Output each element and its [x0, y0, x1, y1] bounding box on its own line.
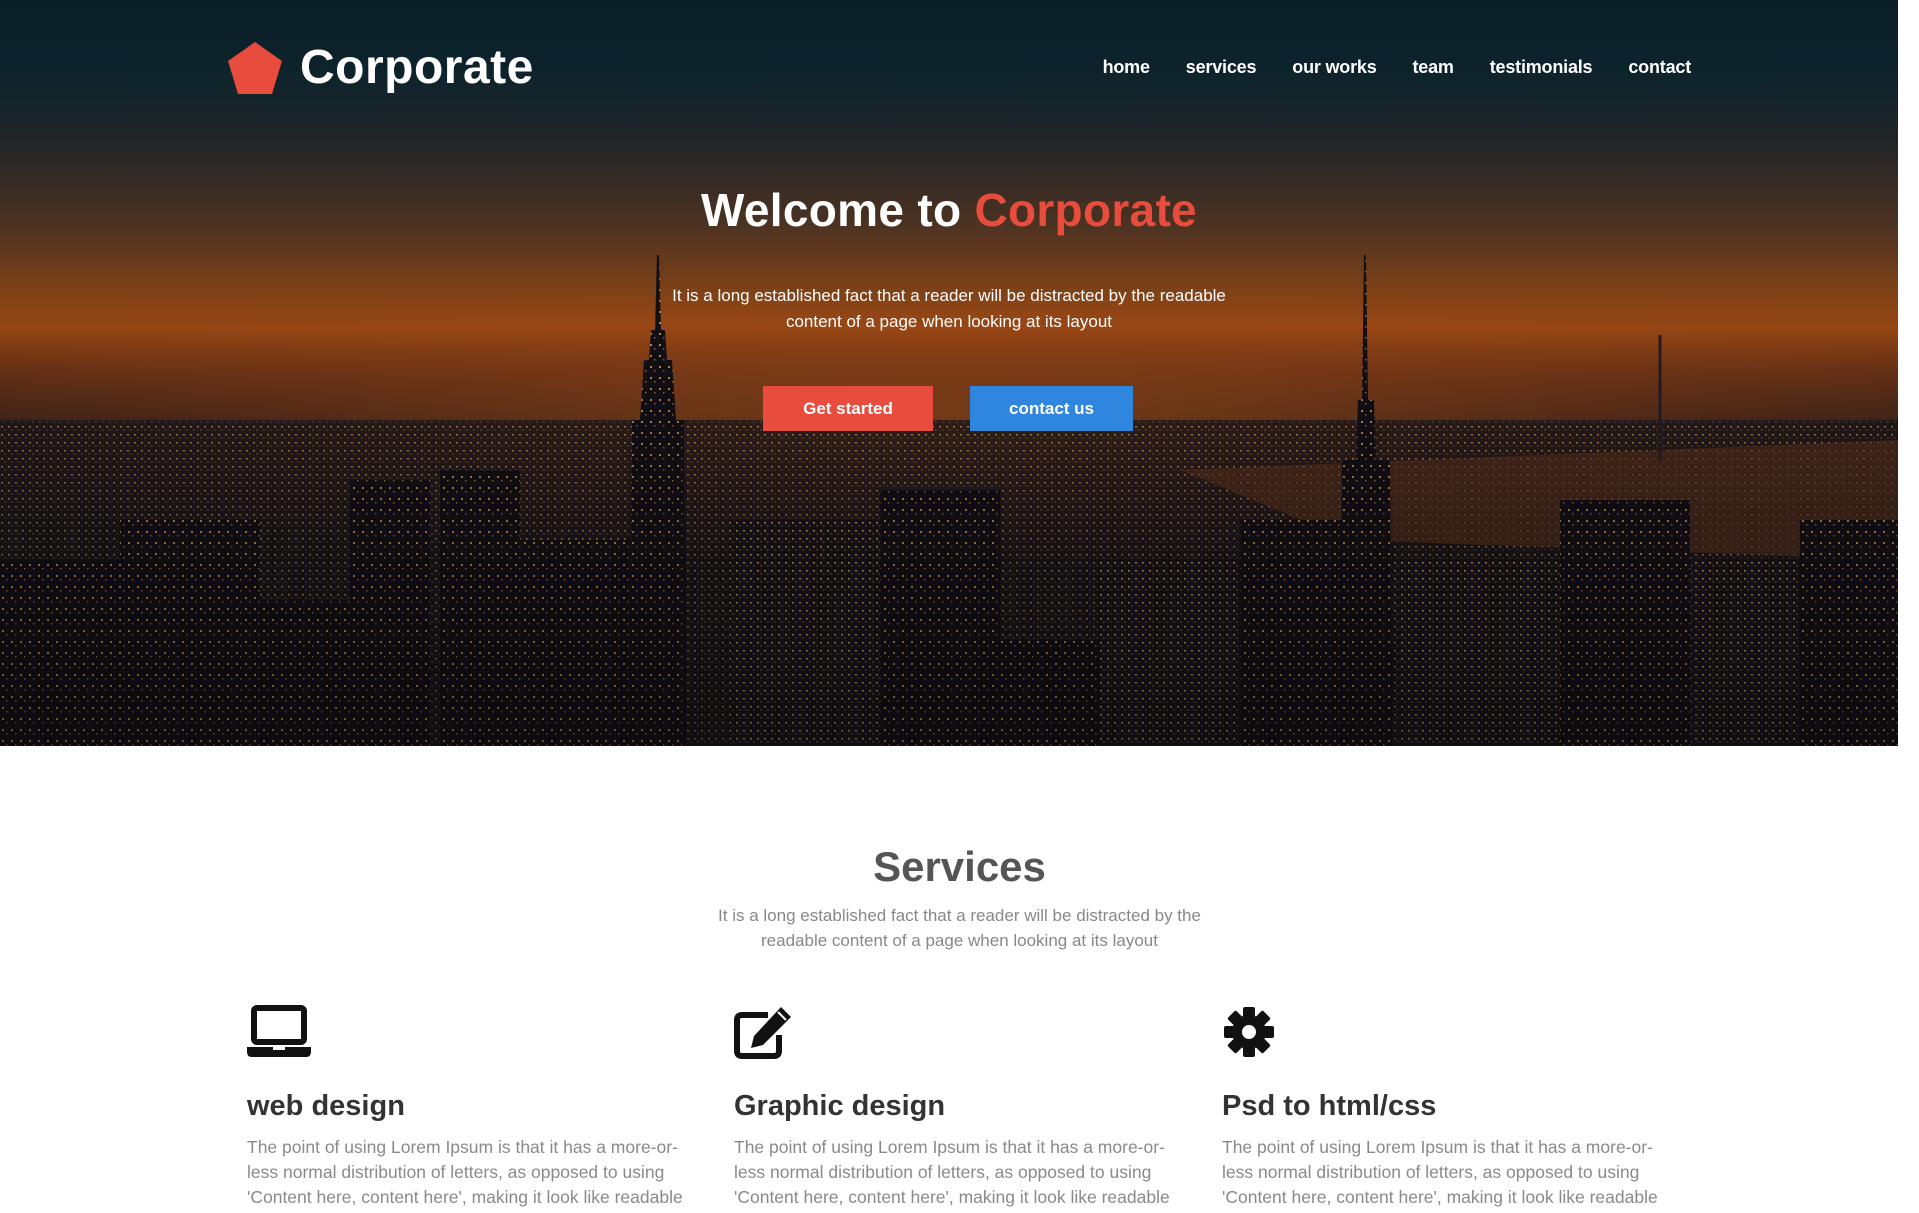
- nav-link-team[interactable]: team: [1413, 52, 1454, 82]
- services-subtitle-line-1: It is a long established fact that a rea…: [718, 906, 1201, 925]
- service-description: The point of using Lorem Ipsum is that i…: [734, 1137, 1170, 1213]
- top-navbar: Corporate home services our works team t…: [0, 0, 1898, 140]
- services-subtitle-line-2: readable content of a page when looking …: [761, 931, 1158, 950]
- get-started-button[interactable]: Get started: [763, 386, 933, 431]
- hero-title-prefix: Welcome to: [701, 184, 975, 236]
- service-card-psd-to-html: Psd to html/css The point of using Lorem…: [1222, 1005, 1682, 1213]
- service-title: Graphic design: [734, 1090, 946, 1122]
- nav-link-testimonials[interactable]: testimonials: [1490, 52, 1593, 82]
- hero-subtitle-line-1: It is a long established fact that a rea…: [672, 286, 1226, 305]
- laptop-icon: [247, 1005, 311, 1057]
- hero-subtitle-line-2: content of a page when looking at its la…: [785, 312, 1113, 331]
- nav-link-home[interactable]: home: [1103, 52, 1150, 82]
- edit-icon: [734, 1007, 791, 1059]
- service-title: web design: [247, 1090, 405, 1122]
- hero-subtitle: It is a long established fact that a rea…: [0, 283, 1898, 335]
- hero-section: Corporate home services our works team t…: [0, 0, 1898, 746]
- services-title: Services: [873, 843, 1046, 890]
- main-menu: home services our works team testimonial…: [1103, 52, 1692, 82]
- brand-logo[interactable]: Corporate: [226, 40, 534, 96]
- nav-link-our-works[interactable]: our works: [1292, 52, 1376, 82]
- service-card-web-design: web design The point of using Lorem Ipsu…: [247, 1005, 707, 1213]
- hero-title: Welcome to Corporate: [0, 180, 1898, 240]
- service-card-graphic-design: Graphic design The point of using Lorem …: [734, 1005, 1194, 1213]
- contact-us-button[interactable]: contact us: [970, 386, 1133, 431]
- service-title: Psd to html/css: [1222, 1090, 1437, 1122]
- brand-name: Corporate: [300, 41, 534, 94]
- services-subtitle: It is a long established fact that a rea…: [0, 903, 1919, 953]
- hero-title-accent: Corporate: [974, 184, 1197, 236]
- nav-link-contact[interactable]: contact: [1628, 52, 1691, 82]
- pentagon-logo-icon: [228, 42, 282, 94]
- nav-link-services[interactable]: services: [1186, 52, 1257, 82]
- gear-icon: [1224, 1007, 1274, 1057]
- service-description: The point of using Lorem Ipsum is that i…: [1222, 1137, 1658, 1213]
- service-description: The point of using Lorem Ipsum is that i…: [247, 1137, 683, 1213]
